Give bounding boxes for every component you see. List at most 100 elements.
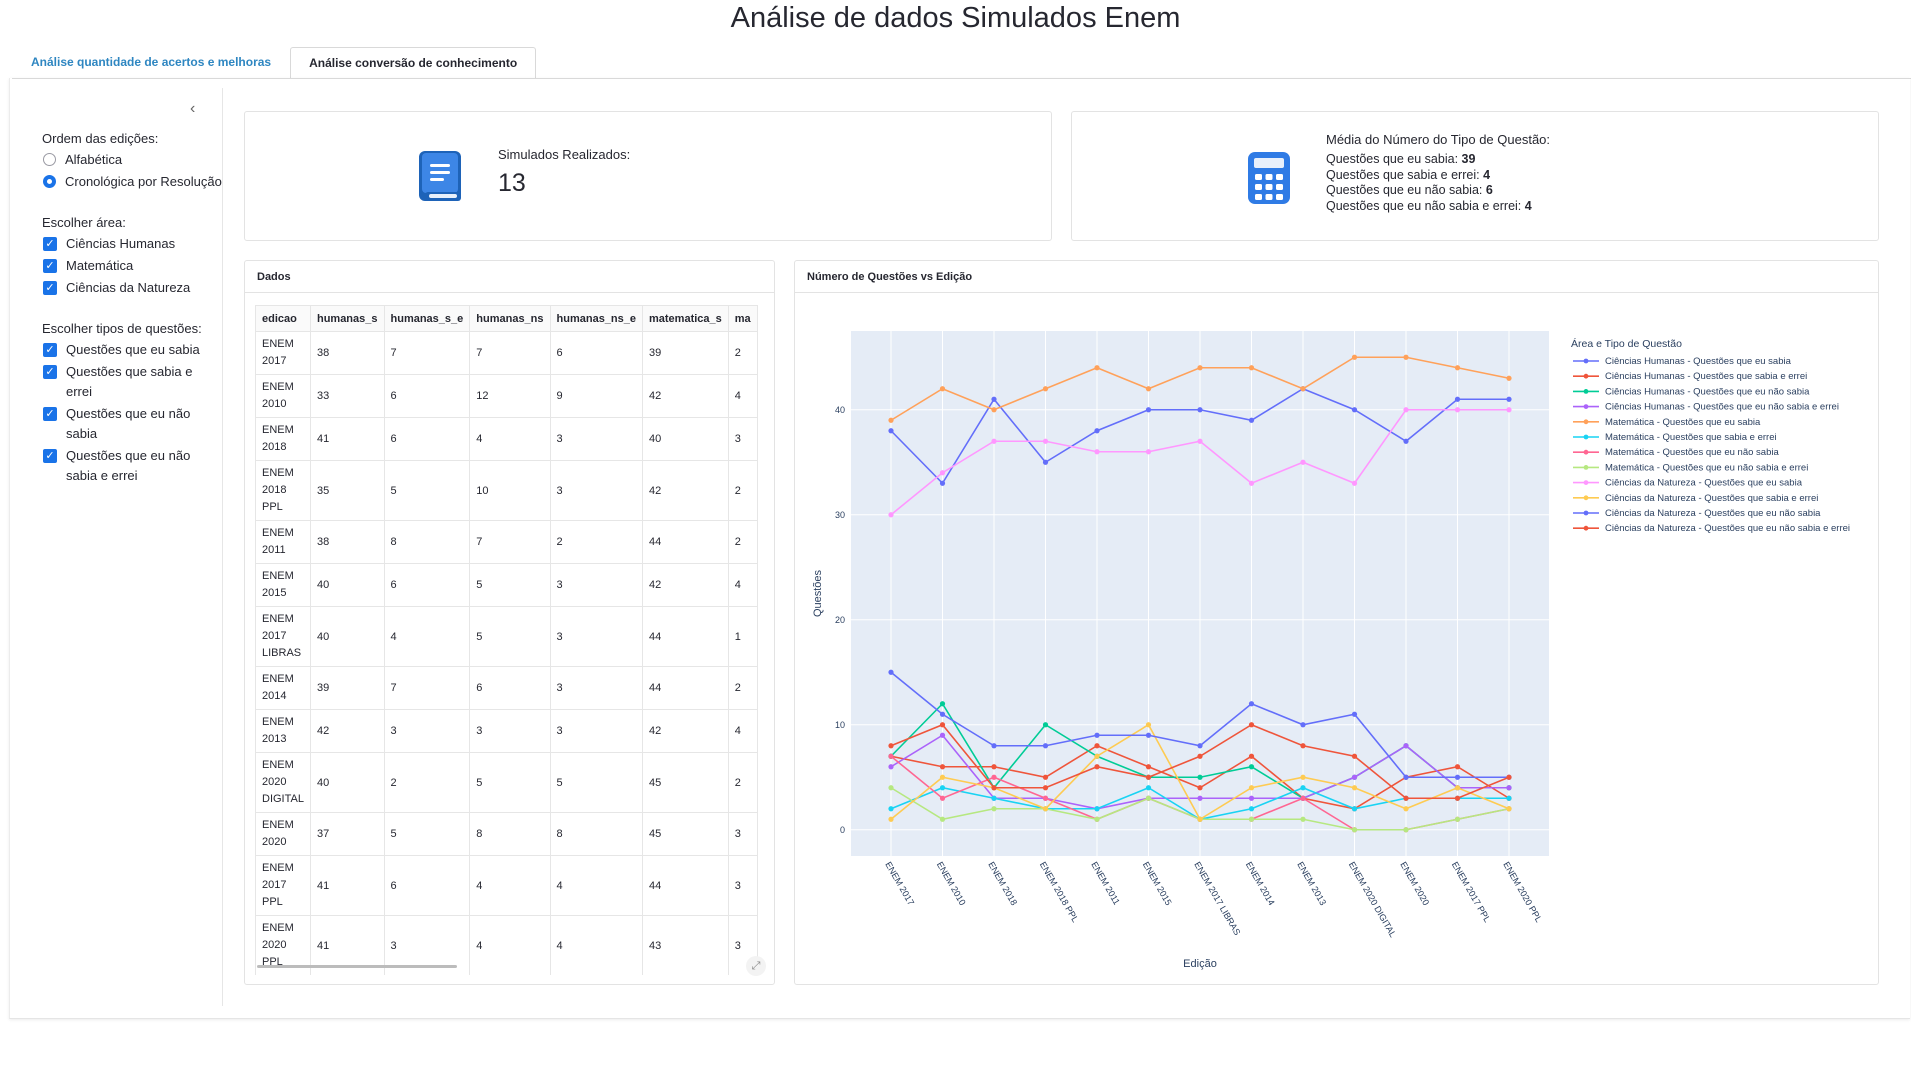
data-point (1351, 407, 1358, 413)
data-point (991, 396, 997, 402)
table-row[interactable]: ENEM 2017 38 7 7 6 39 2 (255, 331, 758, 375)
data-point (1094, 428, 1100, 434)
table-row[interactable]: ENEM 2013 42 3 3 3 42 4 (255, 709, 758, 753)
x-tick-label: ENEM 2014 (1244, 860, 1277, 907)
data-point (1351, 480, 1358, 486)
type-checkbox-sabia[interactable]: ✓ Questões que eu sabia (42, 340, 222, 360)
type-checkbox-nao-sabia[interactable]: ✓ Questões que eu não sabia (42, 404, 222, 444)
data-point (1042, 386, 1049, 392)
y-tick-label: 10 (835, 720, 845, 730)
checkbox-checked-icon[interactable]: ✓ (43, 281, 57, 295)
table-cell: 6 (383, 417, 471, 461)
table-column-header[interactable]: ma (727, 305, 758, 332)
checkbox-checked-icon[interactable]: ✓ (43, 237, 57, 251)
table-cell: ENEM 2017 PPL (255, 855, 311, 916)
data-point (1145, 732, 1152, 738)
table-column-header[interactable]: matematica_s (642, 305, 729, 332)
table-cell: 3 (469, 709, 551, 753)
card-divider (245, 292, 774, 293)
kpi-simulados-value: 13 (498, 169, 526, 197)
order-option-alfabetica[interactable]: Alfabética (42, 150, 222, 170)
table-scrollbar[interactable] (257, 965, 457, 968)
table-row[interactable]: ENEM 2015 40 6 5 3 42 4 (255, 563, 758, 607)
data-point (1145, 407, 1152, 413)
table-row[interactable]: ENEM 2017 LIBRAS 40 4 5 3 44 1 (255, 606, 758, 667)
checkbox-checked-icon[interactable]: ✓ (43, 449, 57, 463)
table-cell: 7 (469, 520, 551, 564)
table-cell: 6 (549, 331, 644, 375)
data-point (1094, 743, 1100, 749)
checkbox-label: Questões que eu sabia (66, 342, 200, 357)
table-cell: 2 (727, 331, 758, 375)
page-title: Análise de dados Simulados Enem (730, 2, 1181, 34)
data-point (1454, 795, 1461, 801)
table-row[interactable]: ENEM 2020 DIGITAL 40 2 5 5 45 2 (255, 752, 758, 813)
order-option-cronologica[interactable]: Cronológica por Resolução (42, 172, 222, 192)
data-point (939, 774, 946, 780)
data-point (1248, 722, 1255, 728)
table-column-header[interactable]: humanas_s_e (383, 305, 471, 332)
kpi-media-item-value: 6 (1485, 183, 1493, 197)
data-point (1042, 459, 1049, 465)
data-point (1094, 806, 1100, 812)
data-point (939, 764, 946, 770)
area-checkbox-humanas[interactable]: ✓ Ciências Humanas (42, 234, 222, 254)
radio-unchecked-icon[interactable] (43, 153, 56, 166)
checkbox-checked-icon[interactable]: ✓ (43, 259, 57, 273)
data-table-scroll[interactable]: edicao humanas_s humanas_s_e humanas_ns huma… (255, 305, 760, 975)
tab-conversao-conhecimento[interactable]: Análise conversão de conhecimento (290, 47, 537, 79)
data-point (991, 795, 997, 801)
table-body: ENEM 2017 38 7 7 6 39 2 ENEM 2010 33 6 12 9 42 4 ENEM … (255, 331, 758, 975)
table-cell: 3 (549, 460, 644, 521)
checkbox-checked-icon[interactable]: ✓ (43, 365, 57, 379)
x-tick-label: ENEM 2020 DIGITAL (1347, 860, 1398, 939)
kpi-media-item-label: Questões que eu não sabia e errei: (1326, 198, 1522, 213)
table-row[interactable]: ENEM 2014 39 7 6 3 44 2 (255, 666, 758, 710)
legend-marker (1583, 373, 1589, 379)
data-point (1403, 806, 1409, 812)
tab-acertos-melhoras[interactable]: Análise quantidade de acertos e melhoras (12, 46, 290, 77)
area-checkbox-matematica[interactable]: ✓ Matemática (42, 256, 222, 276)
checkbox-checked-icon[interactable]: ✓ (43, 343, 57, 357)
data-point (1248, 795, 1255, 801)
data-point (1197, 365, 1203, 371)
card-divider (795, 292, 1878, 293)
table-row[interactable]: ENEM 2011 38 8 7 2 44 2 (255, 520, 758, 564)
table-column-header[interactable]: humanas_ns (469, 305, 551, 332)
checkbox-label: Questões que eu não sabia e errei (66, 448, 191, 483)
table-column-header[interactable]: humanas_ns_e (549, 305, 644, 332)
table-row[interactable]: ENEM 2017 PPL 41 6 4 4 44 3 (255, 855, 758, 916)
data-point (1042, 743, 1049, 749)
type-checkbox-nao-sabia-errei[interactable]: ✓ Questões que eu não sabia e errei (42, 446, 222, 486)
table-cell: 45 (642, 812, 729, 856)
table-row[interactable]: ENEM 2018 PPL 35 5 10 3 42 2 (255, 460, 758, 521)
line-chart[interactable]: 0 10 20 30 40 ENEM 2017 ENEM 2010 ENEM 2018 ENEM… (795, 295, 1876, 975)
data-point (1351, 711, 1358, 717)
kpi-media-item: Questões que eu não sabia: 6 (1326, 183, 1532, 199)
expand-icon[interactable]: ⤢ (746, 956, 766, 976)
table-cell: 43 (642, 915, 729, 975)
table-cell: 8 (383, 520, 471, 564)
data-point (1248, 785, 1255, 791)
data-point (1042, 806, 1049, 812)
data-point (1300, 816, 1306, 822)
order-option-label: Cronológica por Resolução (65, 174, 222, 189)
data-point (1042, 785, 1049, 791)
radio-checked-icon[interactable] (43, 175, 56, 188)
order-option-label: Alfabética (65, 152, 123, 167)
area-checkbox-natureza[interactable]: ✓ Ciências da Natureza (42, 278, 222, 298)
data-point (1145, 449, 1152, 455)
data-point (939, 701, 946, 707)
y-tick-label: 20 (835, 615, 845, 625)
table-row[interactable]: ENEM 2018 41 6 4 3 40 3 (255, 417, 758, 461)
table-column-header[interactable]: edicao (255, 305, 311, 332)
legend-item: Matemática - Questões que sabia e errei (1605, 432, 1777, 443)
table-row[interactable]: ENEM 2020 37 5 8 8 45 3 (255, 812, 758, 856)
table-cell: 2 (727, 460, 758, 521)
y-tick-label: 40 (835, 405, 845, 415)
table-row[interactable]: ENEM 2010 33 6 12 9 42 4 (255, 374, 758, 418)
data-point (1506, 375, 1512, 381)
type-checkbox-sabia-errei[interactable]: ✓ Questões que sabia e errei (42, 362, 222, 402)
checkbox-checked-icon[interactable]: ✓ (43, 407, 57, 421)
table-column-header[interactable]: humanas_s (309, 305, 385, 332)
